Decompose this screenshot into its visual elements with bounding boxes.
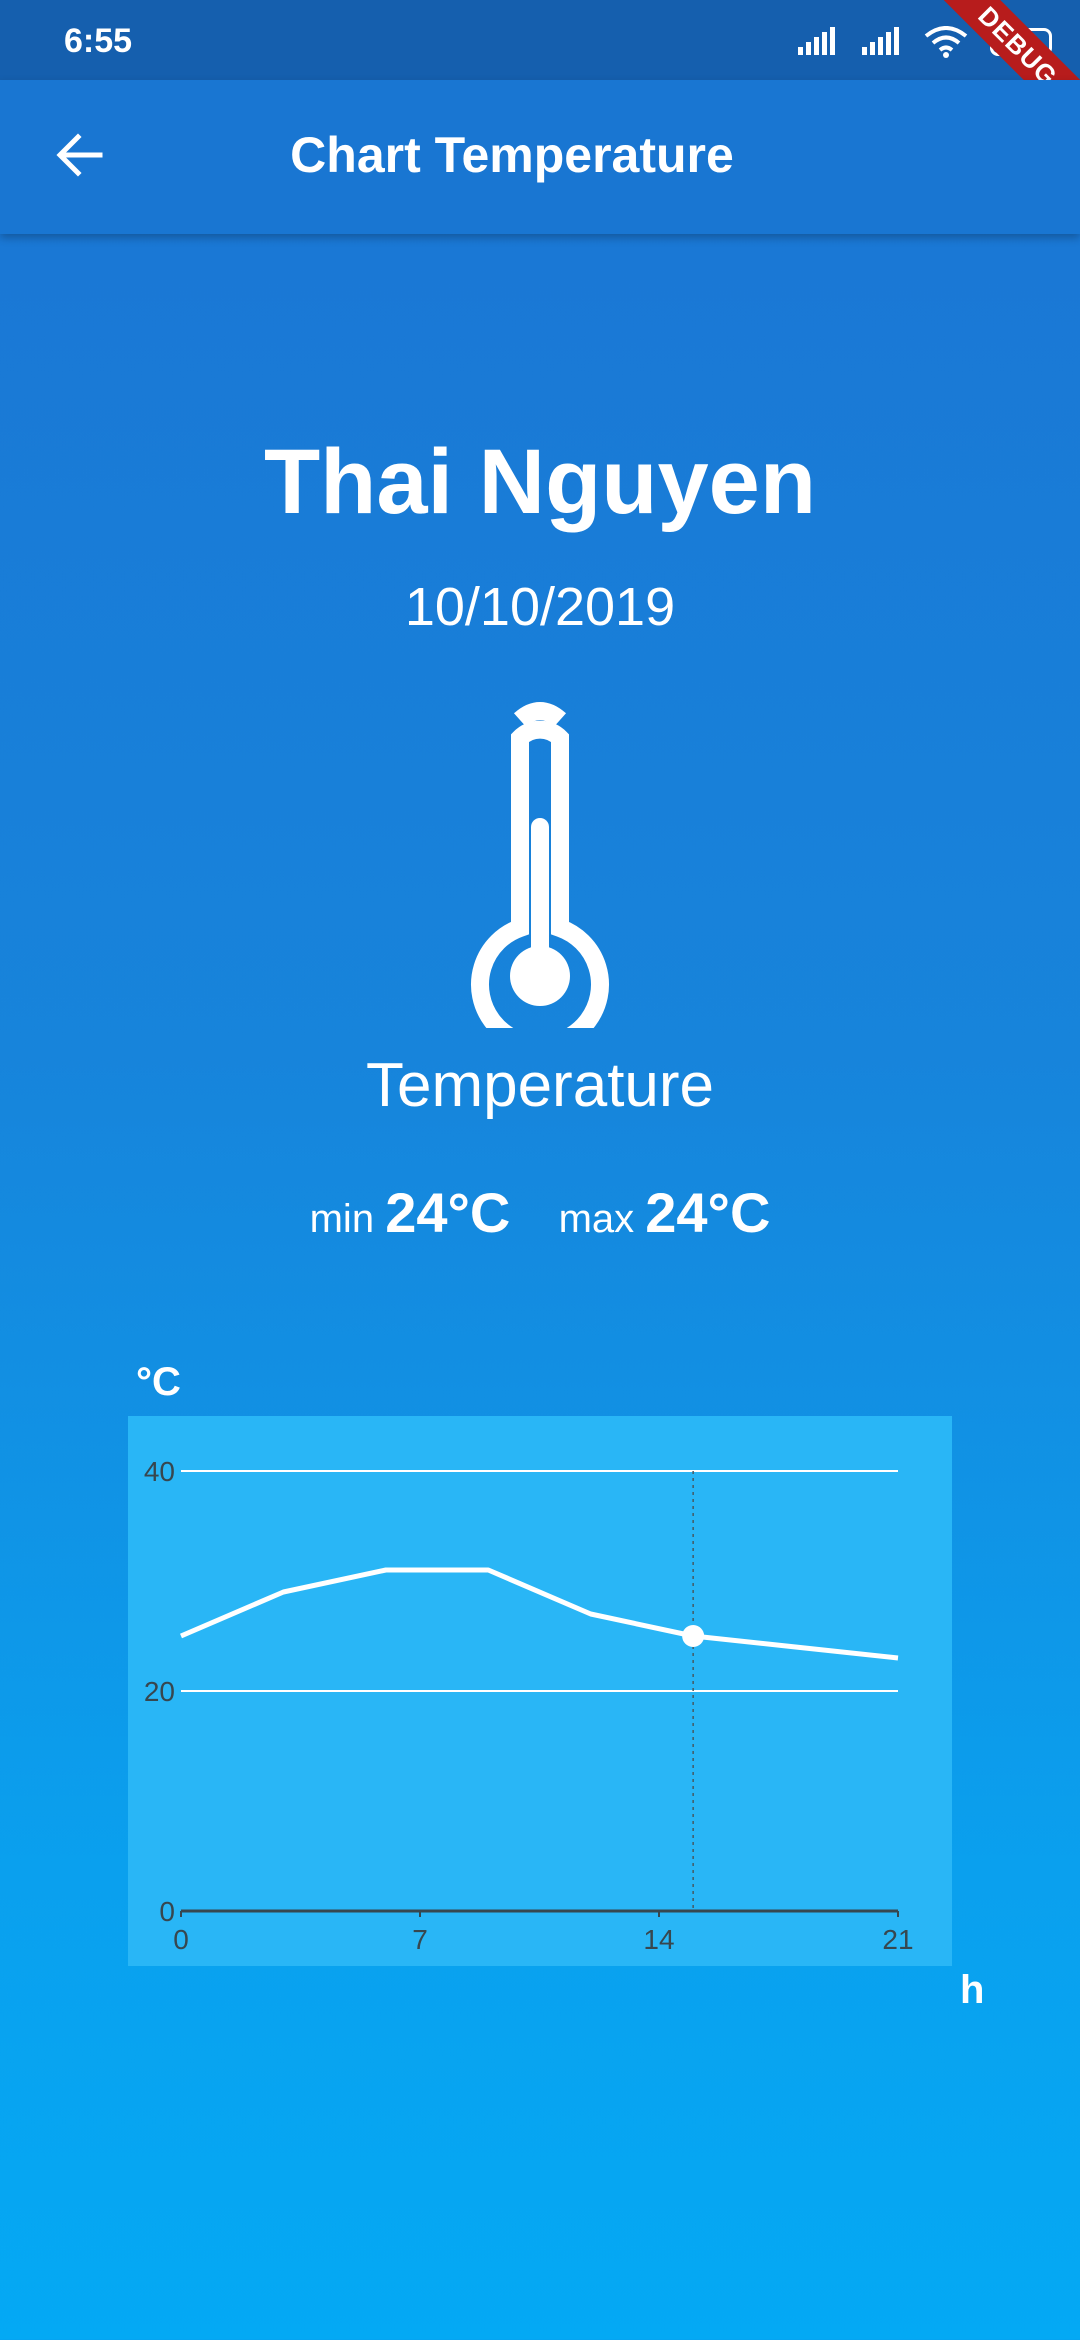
- x-axis-unit: h: [960, 1968, 985, 2012]
- max-value: 24°C: [645, 1181, 771, 1244]
- y-tick-label: 20: [144, 1676, 175, 1707]
- wifi-icon: [924, 26, 968, 58]
- x-tick-label: 14: [643, 1924, 674, 1955]
- x-tick-label: 21: [882, 1924, 913, 1955]
- min-max-row: min 24°C max 24°C: [0, 1180, 1080, 1245]
- highlight-point: [682, 1625, 705, 1647]
- temperature-label: Temperature: [365, 1051, 715, 1120]
- thermometer-icon: [470, 688, 610, 1054]
- y-tick-label: 0: [159, 1896, 175, 1927]
- signal-icon: [862, 27, 899, 55]
- max-label: max: [558, 1197, 635, 1241]
- series-line: [180, 1567, 899, 1661]
- status-time: 6:55: [64, 22, 133, 60]
- page-title: Chart Temperature: [290, 127, 734, 183]
- city-name: Thai Nguyen: [263, 431, 817, 533]
- x-tick-label: 7: [412, 1924, 428, 1955]
- chart-svg: 0 20 40 0 7 14 21: [144, 1456, 914, 1955]
- temperature-chart[interactable]: 0 20 40 0 7 14 21: [128, 1416, 952, 1966]
- x-tick-label: 0: [173, 1924, 189, 1955]
- y-axis-unit: °C: [136, 1360, 181, 1404]
- signal-icon: [798, 27, 835, 55]
- app-bar: Chart Temperature: [0, 80, 1080, 234]
- date-label: 10/10/2019: [404, 577, 676, 637]
- min-value: 24°C: [385, 1181, 511, 1244]
- y-tick-label: 40: [144, 1456, 175, 1487]
- min-label: min: [309, 1197, 375, 1241]
- status-bar: 6:55 82 DEBUG: [0, 0, 1080, 145]
